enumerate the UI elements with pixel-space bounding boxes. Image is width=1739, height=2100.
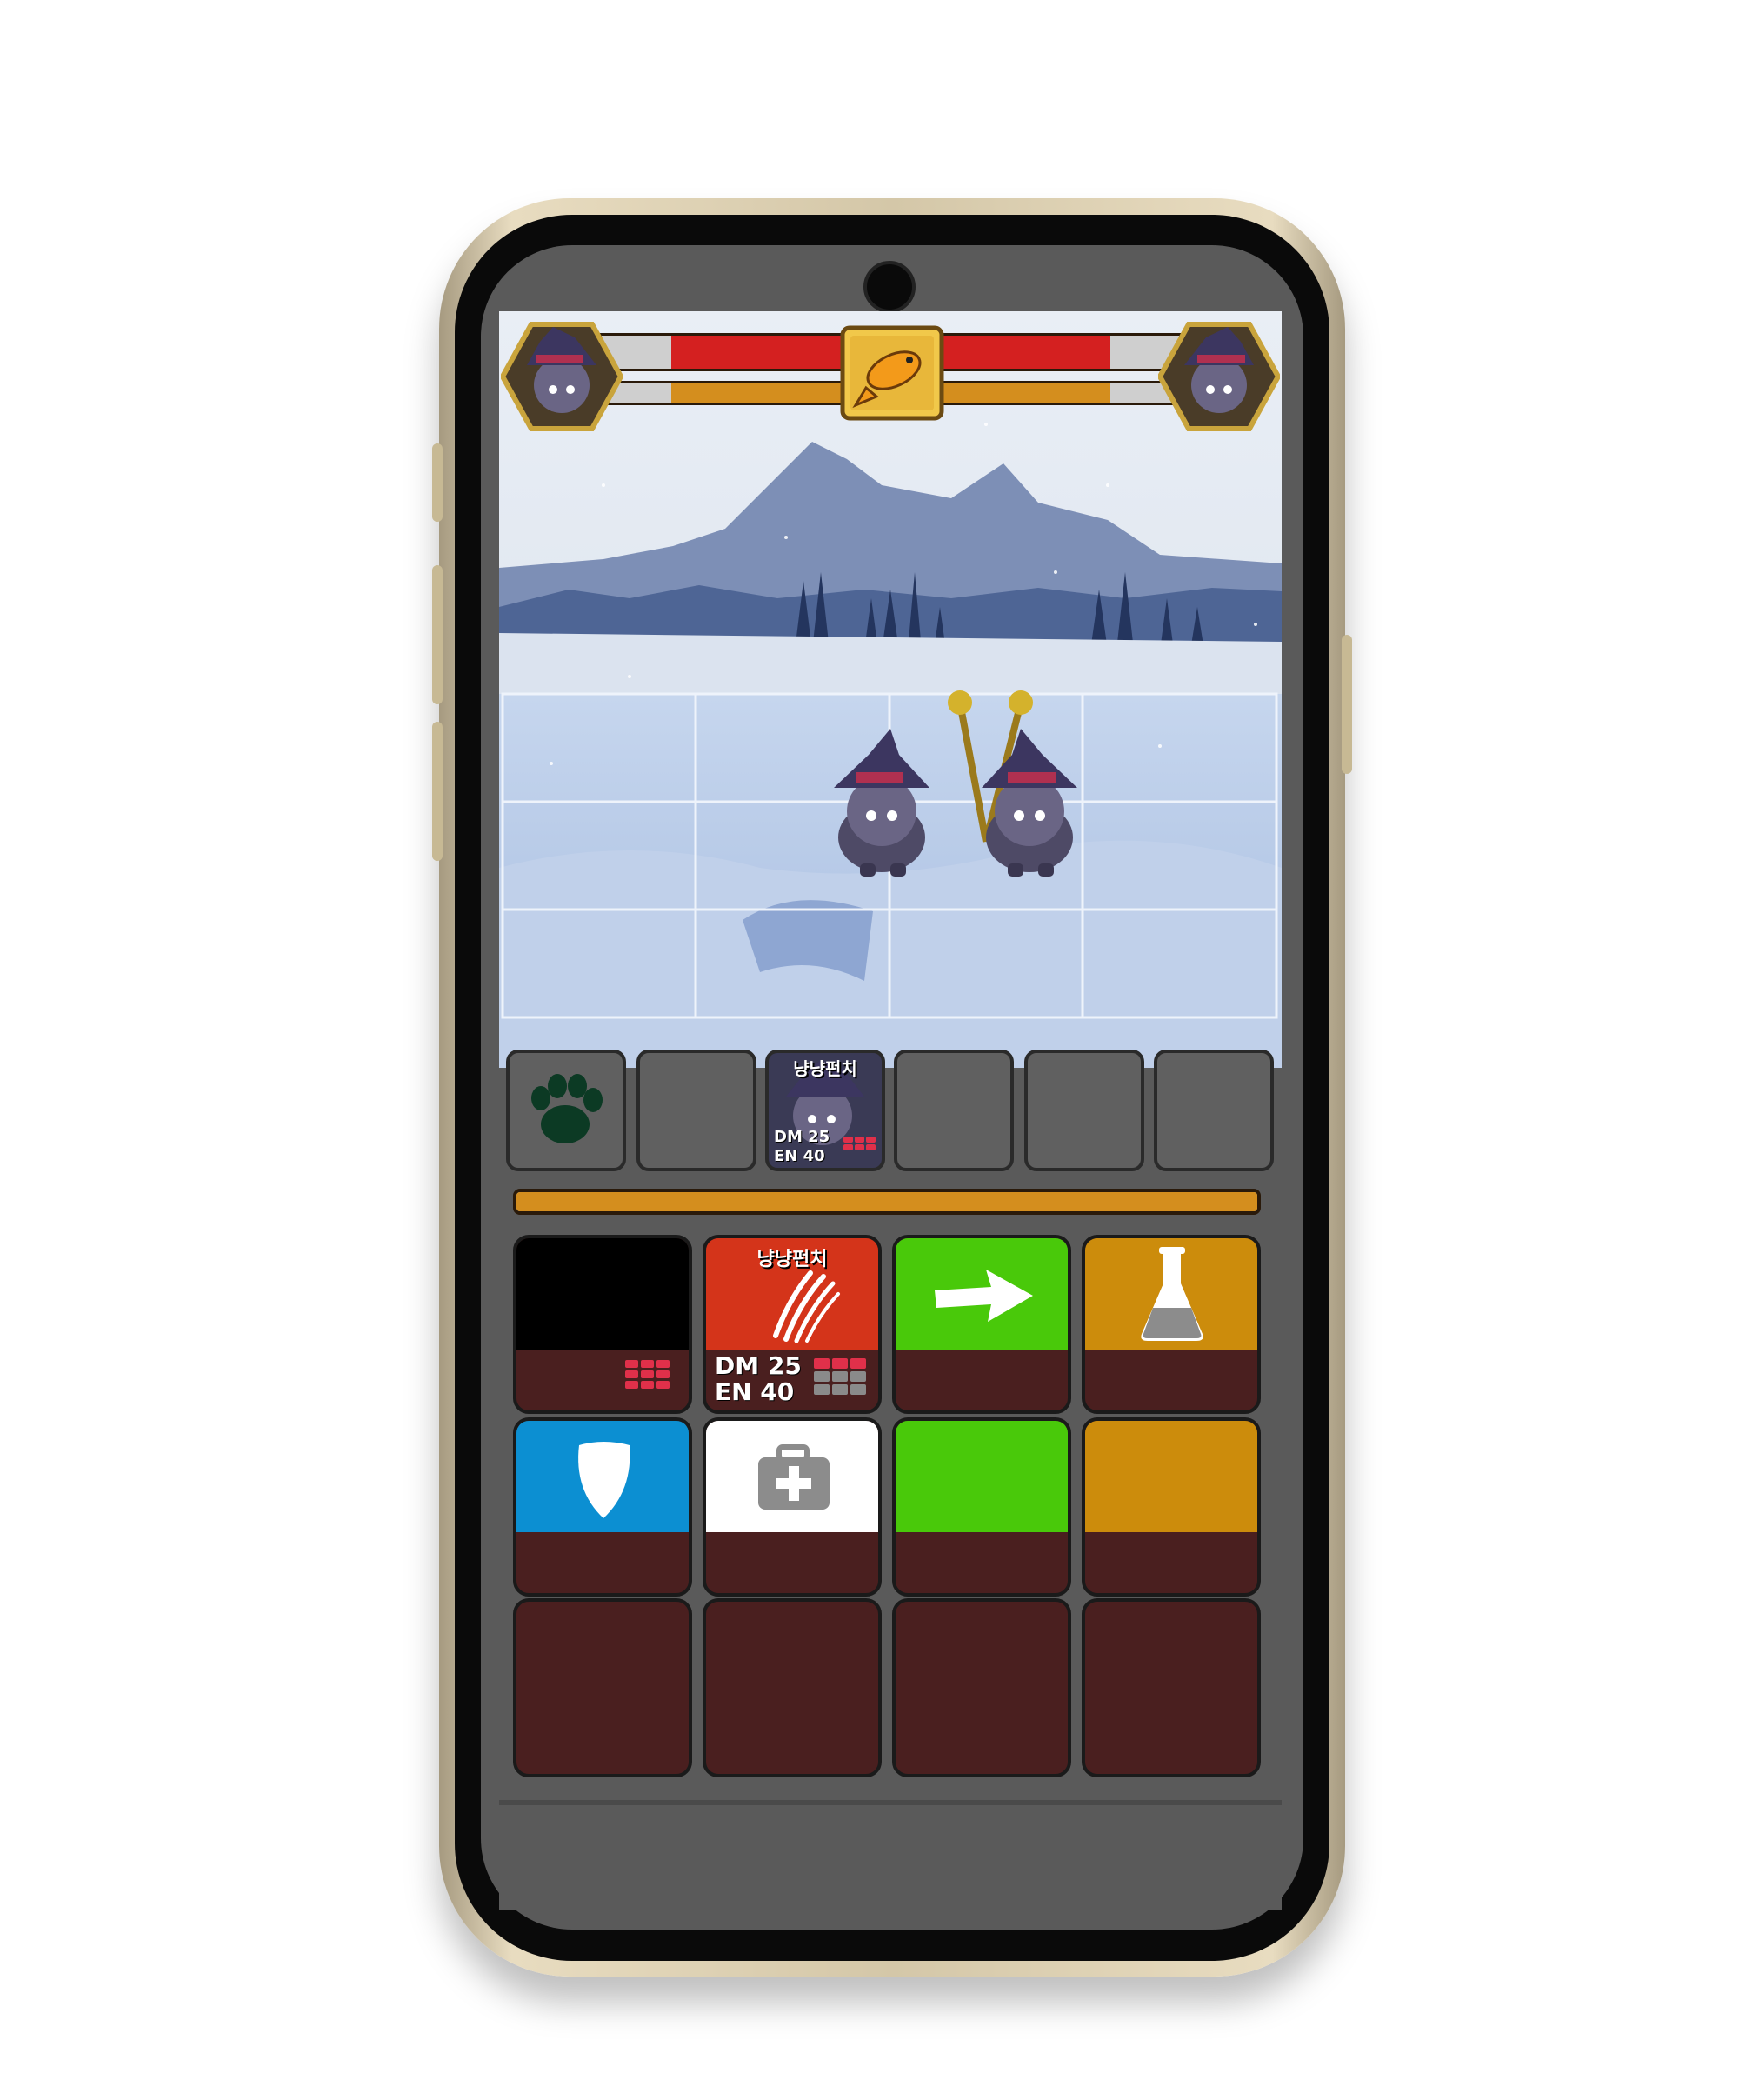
card-move[interactable] bbox=[892, 1235, 1071, 1414]
range-pips bbox=[625, 1360, 670, 1389]
volume-button bbox=[432, 722, 443, 861]
player-portrait[interactable] bbox=[501, 320, 623, 433]
slot-paw[interactable] bbox=[506, 1050, 626, 1171]
slot-empty[interactable] bbox=[894, 1050, 1014, 1171]
card-punch[interactable]: 냥냥펀치 DM 25 EN 40 bbox=[703, 1235, 882, 1414]
enemy-hp-bar bbox=[916, 333, 1182, 371]
first-aid-kit-icon bbox=[758, 1444, 830, 1510]
slot-empty[interactable] bbox=[1024, 1050, 1144, 1171]
card-top: 냥냥펀치 bbox=[706, 1238, 878, 1350]
card-shield[interactable] bbox=[513, 1417, 692, 1597]
slot-empty[interactable] bbox=[1154, 1050, 1274, 1171]
slot-card-en: EN 40 bbox=[774, 1147, 825, 1165]
damage-stat: DM 25 bbox=[715, 1351, 802, 1380]
card-empty[interactable] bbox=[513, 1598, 692, 1777]
player-energy-bar bbox=[599, 381, 869, 405]
card-green-empty[interactable] bbox=[892, 1417, 1071, 1597]
card-heal[interactable] bbox=[703, 1417, 882, 1597]
card-empty[interactable] bbox=[703, 1598, 882, 1777]
player-energy-fill bbox=[670, 383, 869, 403]
card-top bbox=[516, 1238, 689, 1350]
card-potion[interactable] bbox=[1082, 1235, 1261, 1414]
card-black[interactable] bbox=[513, 1235, 692, 1414]
card-empty[interactable] bbox=[1082, 1598, 1261, 1777]
camera-icon bbox=[863, 261, 916, 313]
player-hp-bar bbox=[599, 333, 869, 371]
enemy-portrait[interactable] bbox=[1158, 320, 1280, 433]
bottom-panel bbox=[499, 1800, 1282, 1910]
card-empty[interactable] bbox=[892, 1598, 1071, 1777]
card-top bbox=[516, 1421, 689, 1532]
fish-badge[interactable] bbox=[840, 325, 944, 421]
volume-button bbox=[432, 443, 443, 522]
enemy-energy-bar bbox=[916, 381, 1182, 405]
slot-empty[interactable] bbox=[636, 1050, 756, 1171]
shield-icon bbox=[578, 1442, 630, 1518]
card-top bbox=[1085, 1421, 1257, 1532]
fish-icon bbox=[840, 325, 944, 421]
slot-card-dm: DM 25 bbox=[774, 1128, 830, 1146]
enemy-hp-fill bbox=[916, 336, 1111, 369]
volume-button bbox=[432, 565, 443, 704]
card-top bbox=[706, 1421, 878, 1532]
flask-icon bbox=[1141, 1247, 1203, 1341]
card-top bbox=[896, 1421, 1068, 1532]
energy-cost-stat: EN 40 bbox=[715, 1377, 795, 1406]
enemy-energy-fill bbox=[916, 383, 1111, 403]
battle-scene bbox=[499, 311, 1282, 1068]
slot-card-title: 냥냥펀치 bbox=[793, 1058, 857, 1079]
player-hp-fill bbox=[670, 336, 869, 369]
arrow-right-icon bbox=[935, 1270, 1033, 1322]
unit-slot-bar: 냥냥펀치 DM 25 EN 40 bbox=[506, 1050, 1278, 1175]
slot-punch-card[interactable]: 냥냥펀치 DM 25 EN 40 bbox=[765, 1050, 885, 1171]
power-button bbox=[1342, 635, 1352, 774]
paw-icon bbox=[531, 1074, 603, 1143]
card-top bbox=[1085, 1238, 1257, 1350]
card-top bbox=[896, 1238, 1068, 1350]
slot-card-range-pips bbox=[843, 1137, 876, 1150]
action-card-grid: 냥냥펀치 DM 25 EN 40 bbox=[513, 1235, 1261, 1777]
turn-energy-fill bbox=[516, 1192, 1257, 1211]
card-gold-empty[interactable] bbox=[1082, 1417, 1261, 1597]
claw-scratch-icon bbox=[773, 1270, 840, 1343]
turn-energy-bar bbox=[513, 1189, 1261, 1215]
range-pips bbox=[814, 1358, 866, 1395]
